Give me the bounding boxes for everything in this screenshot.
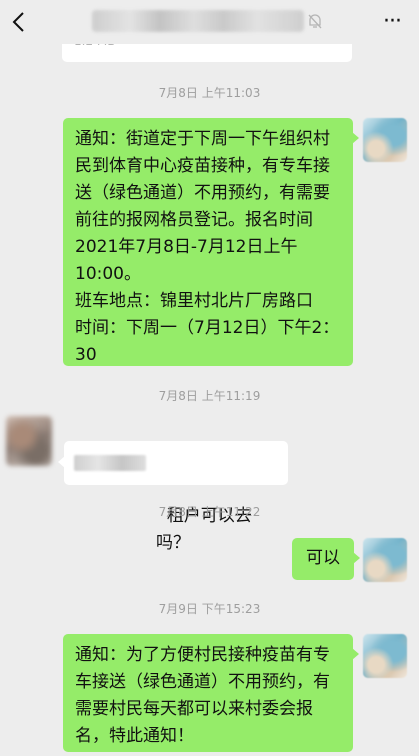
- timestamp: 7月8日 上午11:03: [158, 86, 261, 100]
- top-bar: ···: [0, 0, 419, 44]
- bell-off-icon: [308, 14, 322, 29]
- avatar[interactable]: [363, 118, 407, 162]
- timestamp: 7月8日 上午11:22: [158, 505, 261, 519]
- avatar[interactable]: [363, 538, 407, 582]
- chevron-left-icon: [12, 12, 24, 32]
- timestamp: 7月8日 上午11:19: [158, 389, 261, 403]
- timestamp: 7月9日 下午15:23: [158, 602, 261, 616]
- message-bubble-incoming[interactable]: 租户可以去吗？: [58, 441, 288, 553]
- avatar[interactable]: [6, 416, 52, 466]
- chat-title: [92, 10, 304, 32]
- message-bubble-outgoing[interactable]: 通知：街道定于下周一下午组织村民到体育中心疫苗接种，有专车接送（绿色通道）不用预…: [63, 118, 359, 366]
- avatar[interactable]: [363, 634, 407, 678]
- back-button[interactable]: [6, 6, 34, 38]
- more-button[interactable]: ···: [379, 8, 405, 36]
- message-bubble-outgoing[interactable]: 可以: [292, 538, 360, 580]
- mention-name: [74, 455, 146, 471]
- message-bubble-outgoing[interactable]: 通知：为了方便村民接种疫苗有专车接送（绿色通道）不用预约，有需要村民每天都可以来…: [63, 634, 359, 752]
